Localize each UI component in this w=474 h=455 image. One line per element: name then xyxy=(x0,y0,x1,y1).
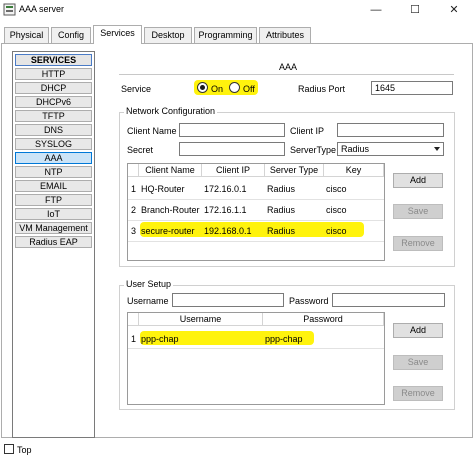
sidebar-item-ftp[interactable]: FTP xyxy=(15,194,92,206)
tab-attributes[interactable]: Attributes xyxy=(259,27,311,43)
tab-physical[interactable]: Physical xyxy=(4,27,49,43)
service-on-radio[interactable] xyxy=(197,82,208,93)
sidebar-item-vm-management[interactable]: VM Management xyxy=(15,222,92,234)
sidebar-header-services: SERVICES xyxy=(15,54,92,66)
sidebar-item-iot[interactable]: IoT xyxy=(15,208,92,220)
window-title: AAA server xyxy=(19,4,65,14)
sidebar-item-email[interactable]: EMAIL xyxy=(15,180,92,192)
user-remove-button[interactable]: Remove xyxy=(393,386,443,401)
title-bar: AAA server — ☐ ✕ xyxy=(0,0,474,20)
password-input[interactable] xyxy=(332,293,445,307)
top-checkbox[interactable] xyxy=(4,444,14,454)
client-ip-cell: 192.168.0.1 xyxy=(204,226,252,236)
tab-desktop[interactable]: Desktop xyxy=(144,27,192,43)
row-number: 1 xyxy=(131,334,137,344)
sidebar-item-http[interactable]: HTTP xyxy=(15,68,92,80)
tab-programming[interactable]: Programming xyxy=(194,27,257,43)
tab-services[interactable]: Services xyxy=(93,25,142,44)
server-type-label: ServerType xyxy=(290,145,337,155)
server-type-select[interactable]: Radius xyxy=(337,142,444,156)
tab-config[interactable]: Config xyxy=(51,27,91,43)
server-type-value: Radius xyxy=(341,144,370,154)
table-header: Client IP xyxy=(202,164,265,177)
row-number: 2 xyxy=(131,205,137,215)
table-header: Client Name xyxy=(139,164,202,177)
table-header: Password xyxy=(263,313,384,326)
table-header: Username xyxy=(139,313,263,326)
row-number: 1 xyxy=(131,184,137,194)
server-type-cell: Radius xyxy=(267,226,296,236)
services-sidebar: SERVICES HTTP DHCP DHCPv6 TFTP DNS SYSLO… xyxy=(12,51,95,438)
radius-port-label: Radius Port xyxy=(298,84,346,94)
client-ip-label: Client IP xyxy=(290,126,325,136)
sidebar-item-aaa[interactable]: AAA xyxy=(15,152,92,164)
top-label: Top xyxy=(17,445,32,455)
row-number: 3 xyxy=(131,226,137,236)
close-button[interactable]: ✕ xyxy=(435,0,473,20)
key-cell: cisco xyxy=(326,226,347,236)
password-cell: ppp-chap xyxy=(265,334,303,344)
row-divider xyxy=(128,241,384,242)
key-cell: cisco xyxy=(326,205,347,215)
client-ip-cell: 172.16.0.1 xyxy=(204,184,247,194)
page-title: AAA xyxy=(279,62,298,72)
service-on-label: On xyxy=(211,84,224,94)
client-ip-input[interactable] xyxy=(337,123,444,137)
sidebar-item-dhcp[interactable]: DHCP xyxy=(15,82,92,94)
network-remove-button[interactable]: Remove xyxy=(393,236,443,251)
row-divider xyxy=(128,348,384,349)
network-save-button[interactable]: Save xyxy=(393,204,443,219)
user-add-button[interactable]: Add xyxy=(393,323,443,338)
minimize-button[interactable]: — xyxy=(357,0,395,20)
server-type-cell: Radius xyxy=(267,184,296,194)
network-clients-table: Client Name Client IP Server Type Key 1 … xyxy=(127,163,385,261)
service-off-label: Off xyxy=(243,84,255,94)
sidebar-item-dns[interactable]: DNS xyxy=(15,124,92,136)
table-header-rownum xyxy=(128,313,139,326)
server-type-cell: Radius xyxy=(267,205,296,215)
sidebar-item-ntp[interactable]: NTP xyxy=(15,166,92,178)
client-ip-cell: 172.16.1.1 xyxy=(204,205,247,215)
service-label: Service xyxy=(121,84,152,94)
username-cell: ppp-chap xyxy=(141,334,179,344)
network-configuration-label: Network Configuration xyxy=(124,106,218,116)
client-name-label: Client Name xyxy=(127,126,177,136)
row-divider xyxy=(128,220,384,221)
client-name-cell: secure-router xyxy=(141,226,195,236)
key-cell: cisco xyxy=(326,184,347,194)
client-name-input[interactable] xyxy=(179,123,285,137)
table-header-rownum xyxy=(128,164,139,177)
sidebar-item-radius-eap[interactable]: Radius EAP xyxy=(15,236,92,248)
user-save-button[interactable]: Save xyxy=(393,355,443,370)
user-accounts-table: Username Password 1 ppp-chap ppp-chap xyxy=(127,312,385,405)
username-label: Username xyxy=(127,296,169,306)
server-app-icon xyxy=(3,3,16,16)
username-input[interactable] xyxy=(172,293,284,307)
password-label: Password xyxy=(289,296,329,306)
client-name-cell: HQ-Router xyxy=(141,184,185,194)
row-divider xyxy=(128,199,384,200)
radius-port-input[interactable]: 1645 xyxy=(371,81,453,95)
sidebar-item-syslog[interactable]: SYSLOG xyxy=(15,138,92,150)
title-divider xyxy=(119,74,454,75)
service-off-radio[interactable] xyxy=(229,82,240,93)
table-header: Server Type xyxy=(265,164,324,177)
sidebar-item-dhcpv6[interactable]: DHCPv6 xyxy=(15,96,92,108)
chevron-down-icon xyxy=(434,147,440,151)
maximize-button[interactable]: ☐ xyxy=(396,0,434,20)
network-add-button[interactable]: Add xyxy=(393,173,443,188)
table-header: Key xyxy=(324,164,384,177)
user-setup-label: User Setup xyxy=(124,279,174,289)
client-name-cell: Branch-Router xyxy=(141,205,200,215)
secret-input[interactable] xyxy=(179,142,285,156)
sidebar-item-tftp[interactable]: TFTP xyxy=(15,110,92,122)
secret-label: Secret xyxy=(127,145,154,155)
